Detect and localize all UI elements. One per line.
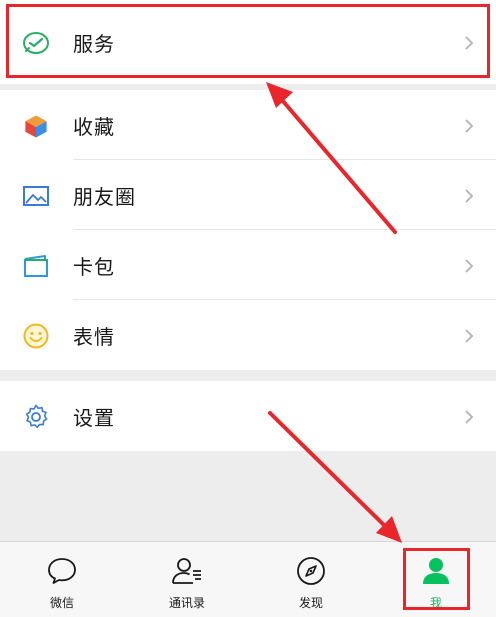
tab-label: 通讯录 [168, 596, 205, 610]
menu-item-label: 服务 [73, 31, 115, 56]
chevron-right-icon [462, 35, 476, 51]
tab-contacts[interactable]: 通讯录 [147, 542, 227, 617]
tab-chats[interactable]: 微信 [22, 542, 102, 617]
chevron-right-icon [462, 409, 476, 425]
tab-discover[interactable]: 发现 [271, 542, 351, 617]
bottom-tab-bar: 微信 通讯录 发现 我 [0, 541, 496, 617]
cube-icon [22, 112, 50, 140]
chevron-right-icon [462, 328, 476, 344]
tab-me[interactable]: 我 [396, 542, 476, 617]
chevron-right-icon [462, 258, 476, 274]
menu-item-label: 设置 [73, 405, 115, 430]
settings-section: 设置 [0, 381, 496, 451]
menu-item-cards[interactable]: 卡包 [0, 230, 496, 300]
menu-item-label: 表情 [73, 324, 115, 349]
picture-icon [22, 182, 50, 210]
person-icon [420, 555, 452, 587]
menu-item-label: 收藏 [73, 114, 115, 139]
contacts-icon [171, 555, 203, 587]
chevron-right-icon [462, 118, 476, 134]
menu-item-settings[interactable]: 设置 [0, 381, 496, 451]
menu-item-stickers[interactable]: 表情 [0, 300, 496, 370]
menu-item-moments[interactable]: 朋友圈 [0, 160, 496, 230]
gear-icon [22, 403, 50, 431]
features-section: 收藏 朋友圈 卡包 表情 [0, 90, 496, 370]
compass-icon [295, 555, 327, 587]
chevron-right-icon [462, 188, 476, 204]
chat-bubble-icon [46, 555, 78, 587]
tab-label: 我 [429, 596, 442, 610]
services-section: 服务 [0, 0, 496, 84]
menu-item-services[interactable]: 服务 [0, 7, 496, 77]
wallet-check-icon [22, 29, 50, 57]
card-icon [22, 252, 50, 280]
menu-item-label: 朋友圈 [73, 184, 136, 209]
tab-label: 微信 [49, 596, 74, 610]
smile-icon [22, 322, 50, 350]
tab-label: 发现 [298, 596, 323, 610]
menu-item-collection[interactable]: 收藏 [0, 90, 496, 160]
menu-item-label: 卡包 [73, 254, 115, 279]
